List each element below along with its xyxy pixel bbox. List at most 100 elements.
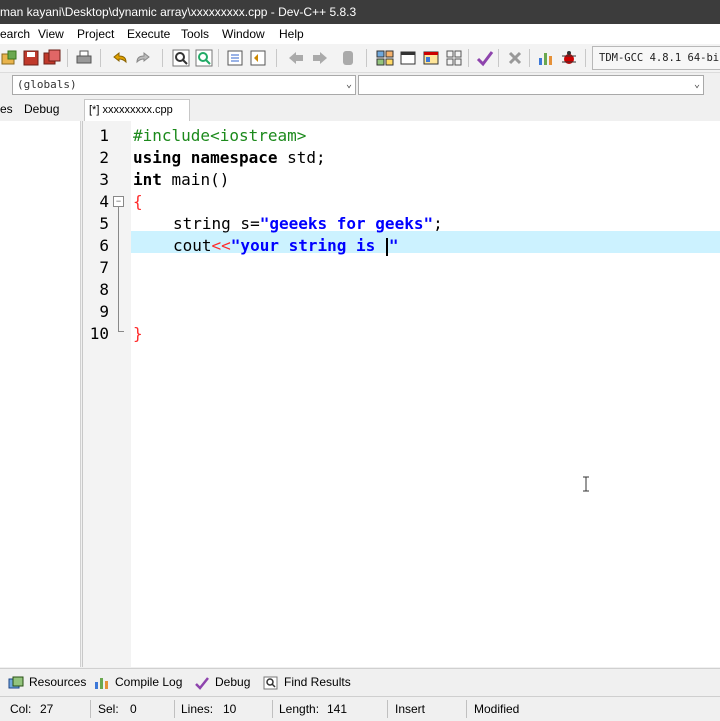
menu-execute[interactable]: Execute (127, 24, 170, 44)
line-number: 5 (99, 214, 109, 233)
print-icon[interactable] (74, 48, 94, 68)
title-bar: man kayani\Desktop\dynamic array\xxxxxxx… (0, 0, 720, 24)
status-length-label: Length: (279, 702, 320, 716)
line-number: 9 (99, 302, 109, 321)
status-divider (272, 700, 273, 718)
chart-icon[interactable] (536, 48, 556, 68)
chevron-down-icon: ⌄ (345, 79, 352, 90)
tab-debug-left[interactable]: Debug (24, 99, 59, 119)
line-number: 3 (99, 170, 109, 189)
toolbar-separator (366, 49, 367, 67)
status-divider (387, 700, 388, 718)
scope-combo[interactable]: (globals) ⌄ (12, 75, 356, 95)
status-lines-value: 10 (223, 702, 237, 716)
bookmark-icon[interactable] (338, 48, 358, 68)
status-lines-label: Lines: (181, 702, 214, 716)
status-sel-label: Sel: (98, 702, 119, 716)
grid-icon[interactable] (444, 48, 464, 68)
forward-icon[interactable] (310, 48, 330, 68)
line-number: 1 (99, 126, 109, 145)
code-editor[interactable]: 1 2 3 4 5 6 7 8 9 10 − #include<iostream… (82, 121, 720, 667)
code-line-10: } (133, 323, 143, 345)
menu-tools[interactable]: Tools (181, 24, 209, 44)
tab-row: es Debug [*] xxxxxxxxx.cpp (0, 99, 720, 121)
code-line-6: cout<<"your string is " (173, 235, 399, 257)
status-col-label: Col: (10, 702, 32, 716)
save-icon[interactable] (21, 48, 41, 68)
status-bar: Col: 27 Sel: 0 Lines: 10 Length: 141 Ins… (0, 696, 720, 721)
code-line-3: int main() (133, 169, 229, 191)
new-class-icon[interactable] (375, 48, 395, 68)
tab-resources[interactable]: Resources (8, 673, 86, 691)
line-number: 2 (99, 148, 109, 167)
code-line-1: #include<iostream> (133, 125, 306, 147)
members-combo[interactable]: ⌄ (358, 75, 704, 95)
code-line-5: string s="geeeks for geeks"; (173, 213, 443, 235)
toolbar-separator (100, 49, 101, 67)
scope-combo-value: (globals) (17, 78, 77, 91)
tab-debug-bottom[interactable]: Debug (194, 673, 250, 691)
chevron-down-icon: ⌄ (693, 79, 700, 90)
fold-line (118, 207, 119, 331)
menu-view[interactable]: View (38, 24, 64, 44)
code-text: s= (230, 214, 260, 233)
status-col-value: 27 (40, 702, 54, 716)
new-window-icon[interactable] (398, 48, 418, 68)
status-divider (466, 700, 467, 718)
code-text: std; (277, 148, 326, 167)
code-text: ; (433, 214, 443, 233)
toolbar-separator (276, 49, 277, 67)
indent-icon[interactable] (225, 48, 245, 68)
code-line-2: using namespace std; (133, 147, 326, 169)
status-length-value: 141 (327, 702, 348, 716)
resources-icon (8, 676, 24, 689)
find-results-icon (263, 676, 278, 690)
check-icon[interactable] (475, 48, 495, 68)
tab-find-results-label: Find Results (284, 675, 351, 689)
menu-search[interactable]: earch (0, 24, 30, 44)
tab-compile-log[interactable]: Compile Log (94, 673, 182, 691)
fold-toggle-icon[interactable]: − (113, 196, 124, 207)
bottom-panel-tabs: Resources Compile Log Debug Find Results (0, 668, 720, 695)
project-panel[interactable] (0, 121, 81, 667)
unindent-icon[interactable] (248, 48, 268, 68)
brace: } (133, 324, 143, 343)
replace-icon[interactable] (194, 48, 214, 68)
status-sel-value: 0 (130, 702, 137, 716)
compiler-select[interactable]: TDM-GCC 4.8.1 64-bi (592, 46, 720, 70)
toolbar-separator (468, 49, 469, 67)
line-gutter: 1 2 3 4 5 6 7 8 9 10 − (83, 121, 131, 667)
undo-icon[interactable] (110, 48, 130, 68)
file-tab-label: [*] xxxxxxxxx.cpp (89, 104, 173, 116)
redo-icon[interactable] (133, 48, 153, 68)
brace: { (133, 192, 143, 211)
tab-classes[interactable]: es (0, 99, 13, 119)
find-icon[interactable] (171, 48, 191, 68)
window-title: man kayani\Desktop\dynamic array\xxxxxxx… (0, 5, 357, 19)
tab-file[interactable]: [*] xxxxxxxxx.cpp (84, 99, 190, 121)
stop-icon[interactable] (505, 48, 525, 68)
menu-window[interactable]: Window (222, 24, 265, 44)
preprocessor-directive: #include<iostream> (133, 126, 307, 145)
identifier: cout (173, 236, 212, 255)
toolbar-separator (498, 49, 499, 67)
save-all-icon[interactable] (42, 48, 62, 68)
line-number: 8 (99, 280, 109, 299)
open-project-icon[interactable] (0, 48, 20, 68)
line-number: 7 (99, 258, 109, 277)
back-icon[interactable] (286, 48, 306, 68)
menu-help[interactable]: Help (279, 24, 304, 44)
class-browser-bar: (globals) ⌄ ⌄ (0, 73, 720, 97)
tab-find-results[interactable]: Find Results (263, 673, 351, 691)
keyword: using namespace (133, 148, 278, 167)
operator: << (211, 236, 231, 255)
menu-project[interactable]: Project (77, 24, 114, 44)
toolbar-separator (218, 49, 219, 67)
code-text: main() (161, 170, 230, 189)
toolbar-separator (585, 49, 586, 67)
tab-compile-log-label: Compile Log (115, 675, 183, 689)
fold-end (118, 331, 124, 332)
layout-icon[interactable] (421, 48, 441, 68)
debug-icon[interactable] (559, 48, 579, 68)
ibeam-cursor-icon (583, 476, 589, 492)
